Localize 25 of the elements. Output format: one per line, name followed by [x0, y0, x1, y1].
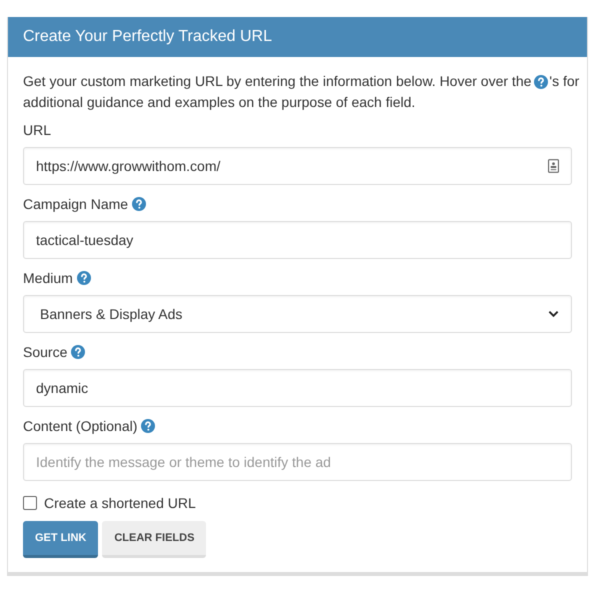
get-link-button[interactable]: GET LINK — [23, 521, 98, 558]
input-field[interactable]: tactical-tuesday — [23, 221, 572, 259]
input-field[interactable]: Identify the message or theme to identify the ad — [23, 443, 572, 481]
field-label: Content (Optional) — [23, 418, 138, 434]
intro-text: additional guidance and examples on the purpose of each field. — [23, 94, 416, 110]
input-field[interactable]: dynamic — [23, 369, 572, 407]
field-label: Medium — [23, 270, 73, 286]
chevron-down-icon — [548, 310, 559, 318]
help-icon[interactable] — [141, 419, 156, 433]
clear-fields-button[interactable]: CLEAR FIELDS — [102, 521, 206, 558]
field-label: Campaign Name — [23, 196, 128, 212]
intro-text: Get your custom marketing URL by entering the information below. Hover over the — [23, 72, 532, 91]
checkbox-label: Create a shortened URL — [44, 495, 196, 511]
input-field[interactable]: https://www.growwithom.com/ — [23, 147, 572, 185]
help-icon[interactable] — [71, 345, 86, 359]
panel-title: Create Your Perfectly Tracked URL — [23, 28, 272, 46]
intro-text: 's for — [549, 72, 580, 91]
help-icon[interactable] — [76, 271, 91, 285]
help-icon — [534, 74, 548, 88]
field-label: Source — [23, 344, 68, 360]
dropdown-field[interactable]: Banners & Display Ads — [23, 295, 572, 333]
checkbox[interactable] — [23, 496, 37, 510]
help-icon[interactable] — [132, 197, 146, 211]
contact-card-icon[interactable] — [548, 159, 559, 173]
field-label: URL — [23, 122, 52, 138]
